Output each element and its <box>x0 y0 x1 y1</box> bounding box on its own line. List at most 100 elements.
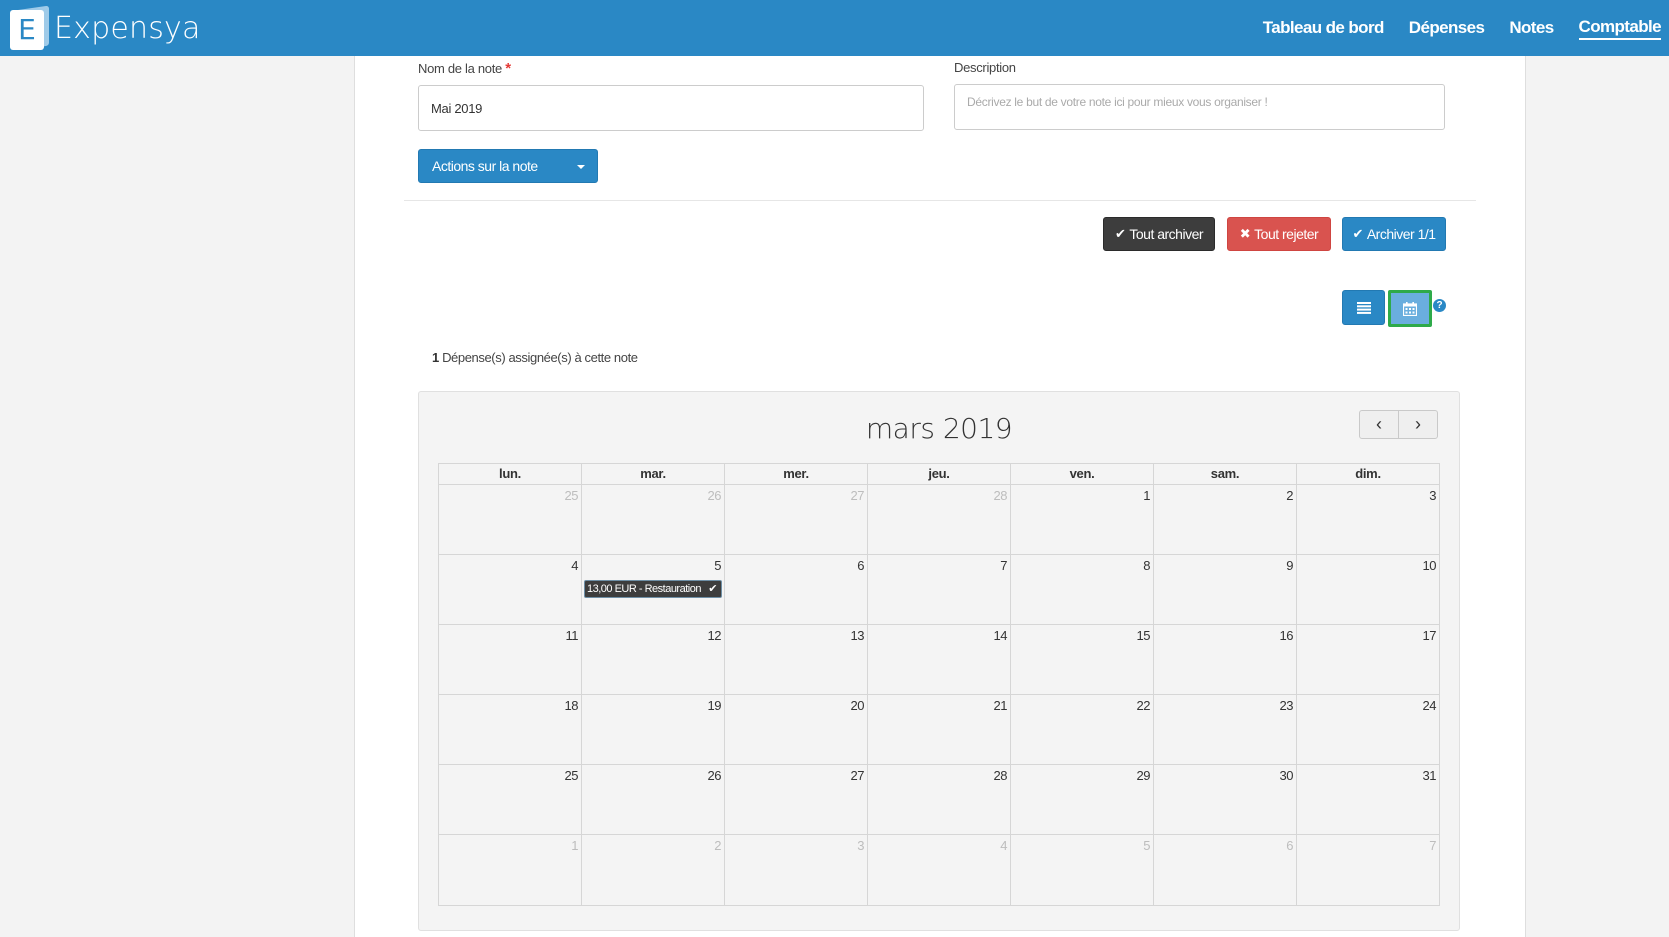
day-number: 13 <box>850 628 865 643</box>
calendar-grid: lun. mar. mer. jeu. ven. sam. dim. 25 26 27 28 1 2 3… <box>438 463 1440 906</box>
calendar-day[interactable]: 10 <box>1297 555 1439 624</box>
calendar-day[interactable]: 23 <box>1154 695 1297 764</box>
day-number: 26 <box>707 488 722 503</box>
day-number: 27 <box>850 488 865 503</box>
archive-count-button[interactable]: ✔ Archiver 1/1 <box>1342 217 1446 251</box>
calendar-day[interactable]: 6 <box>725 555 868 624</box>
note-name-input[interactable]: Mai 2019 <box>418 85 924 131</box>
calendar-day[interactable]: 30 <box>1154 765 1297 834</box>
assigned-count: 1 <box>432 350 439 365</box>
weekday-header-cell: lun. <box>439 464 582 484</box>
list-view-button[interactable] <box>1342 290 1385 325</box>
cross-icon: ✖ <box>1239 226 1251 242</box>
day-number: 6 <box>1286 838 1293 853</box>
calendar-day[interactable]: 1 <box>1011 485 1154 554</box>
calendar-week: 25 26 27 28 29 30 31 <box>439 765 1439 835</box>
calendar-day[interactable]: 22 <box>1011 695 1154 764</box>
calendar-day[interactable]: 7 <box>1297 835 1439 905</box>
check-icon: ✔ <box>1352 226 1363 242</box>
calendar-day[interactable]: 24 <box>1297 695 1439 764</box>
calendar-day[interactable]: 13 <box>725 625 868 694</box>
list-icon <box>1356 301 1371 314</box>
calendar-day[interactable]: 25 <box>439 485 582 554</box>
calendar-day[interactable]: 29 <box>1011 765 1154 834</box>
calendar-day[interactable]: 27 <box>725 765 868 834</box>
calendar-day[interactable]: 28 <box>868 765 1011 834</box>
calendar-day[interactable]: 15 <box>1011 625 1154 694</box>
day-number: 28 <box>993 768 1008 783</box>
calendar-day[interactable]: 16 <box>1154 625 1297 694</box>
calendar-day[interactable]: 20 <box>725 695 868 764</box>
weekday-header: lun. mar. mer. jeu. ven. sam. dim. <box>439 464 1439 485</box>
calendar-week: 4 5 13,00 EUR - Restauration ✔ 6 7 8 9 10 <box>439 555 1439 625</box>
day-number: 7 <box>1429 838 1436 853</box>
calendar-title: mars 2019 <box>865 412 1013 445</box>
calendar-day[interactable]: 11 <box>439 625 582 694</box>
calendar-day[interactable]: 25 <box>439 765 582 834</box>
calendar-day[interactable]: 19 <box>582 695 725 764</box>
calendar-day[interactable]: 27 <box>725 485 868 554</box>
day-number: 29 <box>1136 768 1151 783</box>
event-label: 13,00 EUR - Restauration <box>587 583 701 595</box>
day-number: 5 <box>1143 838 1150 853</box>
calendar-day[interactable]: 21 <box>868 695 1011 764</box>
prev-month-button[interactable]: ‹ <box>1359 410 1399 439</box>
calendar-day[interactable]: 2 <box>582 835 725 905</box>
archive-all-button[interactable]: ✔ Tout archiver <box>1103 217 1215 251</box>
day-number: 19 <box>707 698 722 713</box>
calendar-day[interactable]: 4 <box>868 835 1011 905</box>
required-mark: * <box>505 60 511 77</box>
calendar-event[interactable]: 13,00 EUR - Restauration ✔ <box>584 580 722 598</box>
calendar-day[interactable]: 8 <box>1011 555 1154 624</box>
help-icon[interactable]: ? <box>1433 299 1446 312</box>
weekday-header-cell: sam. <box>1154 464 1297 484</box>
nav-link-expenses[interactable]: Dépenses <box>1409 18 1485 38</box>
reject-all-button[interactable]: ✖ Tout rejeter <box>1227 217 1331 251</box>
calendar-day[interactable]: 26 <box>582 485 725 554</box>
day-number: 7 <box>1000 558 1007 573</box>
day-number: 6 <box>857 558 864 573</box>
calendar-day[interactable]: 5 13,00 EUR - Restauration ✔ <box>582 555 725 624</box>
calendar-day[interactable]: 31 <box>1297 765 1439 834</box>
calendar-day[interactable]: 3 <box>725 835 868 905</box>
weekday-header-cell: dim. <box>1355 466 1381 481</box>
weekday-header-cell: mar. <box>582 464 725 484</box>
calendar-view-button[interactable] <box>1388 290 1432 327</box>
description-input[interactable]: Décrivez le but de votre note ici pour m… <box>954 84 1445 130</box>
day-number: 18 <box>564 698 579 713</box>
calendar-day[interactable]: 4 <box>439 555 582 624</box>
calendar: mars 2019 ‹ › lun. mar. mer. jeu. ven. sam. di… <box>418 391 1460 931</box>
calendar-day[interactable]: 5 <box>1011 835 1154 905</box>
calendar-day[interactable]: 9 <box>1154 555 1297 624</box>
top-navbar: E Expensya Tableau de bord Dépenses Note… <box>0 0 1669 56</box>
weekday-header-cell: jeu. <box>868 464 1011 484</box>
calendar-week: 1 2 3 4 5 6 7 <box>439 835 1439 905</box>
nav-link-dashboard[interactable]: Tableau de bord <box>1263 18 1385 38</box>
calendar-day[interactable]: 6 <box>1154 835 1297 905</box>
day-number: 4 <box>571 558 578 573</box>
calendar-day[interactable]: 28 <box>868 485 1011 554</box>
day-number: 8 <box>1143 558 1150 573</box>
next-month-button[interactable]: › <box>1398 410 1438 439</box>
day-number: 26 <box>707 768 722 783</box>
nav-link-notes[interactable]: Notes <box>1509 18 1554 38</box>
day-number: 17 <box>1422 628 1437 643</box>
calendar-day[interactable]: 14 <box>868 625 1011 694</box>
calendar-day[interactable]: 2 <box>1154 485 1297 554</box>
calendar-day[interactable]: 12 <box>582 625 725 694</box>
nav-link-accountant[interactable]: Comptable <box>1578 17 1662 40</box>
calendar-day[interactable]: 3 <box>1297 485 1439 554</box>
day-number: 1 <box>571 838 578 853</box>
day-number: 3 <box>1429 488 1436 503</box>
description-label: Description <box>954 60 1016 75</box>
day-number: 28 <box>993 488 1008 503</box>
calendar-day[interactable]: 26 <box>582 765 725 834</box>
calendar-day[interactable]: 1 <box>439 835 582 905</box>
calendar-day[interactable]: 7 <box>868 555 1011 624</box>
brand-logo[interactable]: E Expensya <box>10 5 201 51</box>
day-number: 20 <box>850 698 865 713</box>
section-divider <box>404 200 1476 201</box>
calendar-day[interactable]: 18 <box>439 695 582 764</box>
note-actions-dropdown[interactable]: Actions sur la note <box>418 149 598 183</box>
calendar-day[interactable]: 17 <box>1297 625 1439 694</box>
